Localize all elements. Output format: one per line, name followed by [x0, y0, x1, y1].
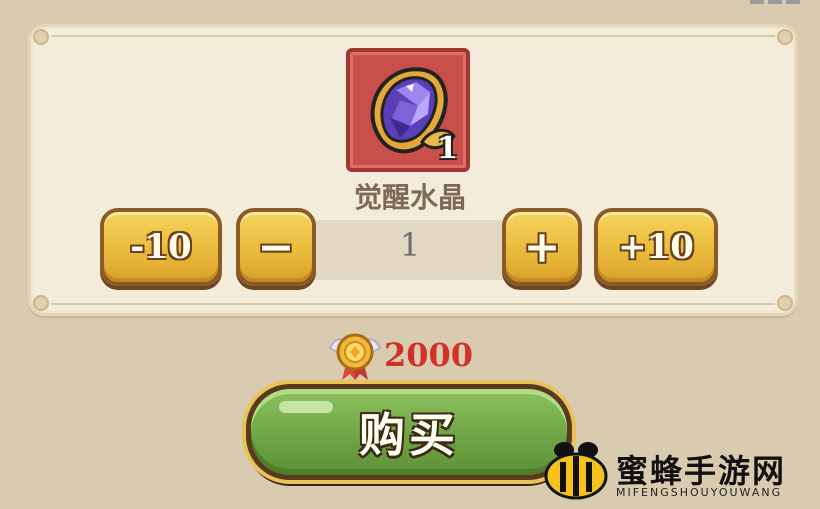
decrease-10-button[interactable]: -10: [100, 208, 222, 286]
panel-corner-icon: [777, 295, 793, 311]
decrease-10-label: -10: [130, 227, 192, 267]
item-count: 1: [437, 131, 458, 166]
item-card[interactable]: 1: [346, 48, 470, 172]
watermark-subtitle: MIFENGSHOUYOUWANG: [616, 486, 783, 499]
price-amount: 2000: [384, 336, 474, 374]
increase-10-button[interactable]: +10: [594, 208, 718, 286]
medal-coin-icon: [328, 333, 382, 380]
button-shine: [279, 401, 333, 413]
buy-button[interactable]: 购买: [246, 384, 572, 480]
window-dots-icon: [750, 0, 800, 4]
increase-button[interactable]: +: [502, 208, 582, 286]
minus-icon: −: [257, 221, 295, 273]
panel-corner-icon: [33, 29, 49, 45]
bee-icon: [544, 442, 608, 500]
buy-label: 购买: [359, 408, 459, 462]
plus-icon: +: [523, 221, 561, 273]
decrease-button[interactable]: −: [236, 208, 316, 286]
shop-purchase-dialog: 1 觉醒水晶 1 -10 − + +10 2000 购买 蜜蜂手游网 MIFEN…: [0, 0, 820, 509]
quantity-value[interactable]: 1: [312, 226, 508, 264]
panel-border-line: [51, 35, 775, 37]
increase-10-label: +10: [618, 227, 694, 267]
panel-corner-icon: [33, 295, 49, 311]
panel-corner-icon: [777, 29, 793, 45]
panel-border-line: [51, 303, 775, 305]
